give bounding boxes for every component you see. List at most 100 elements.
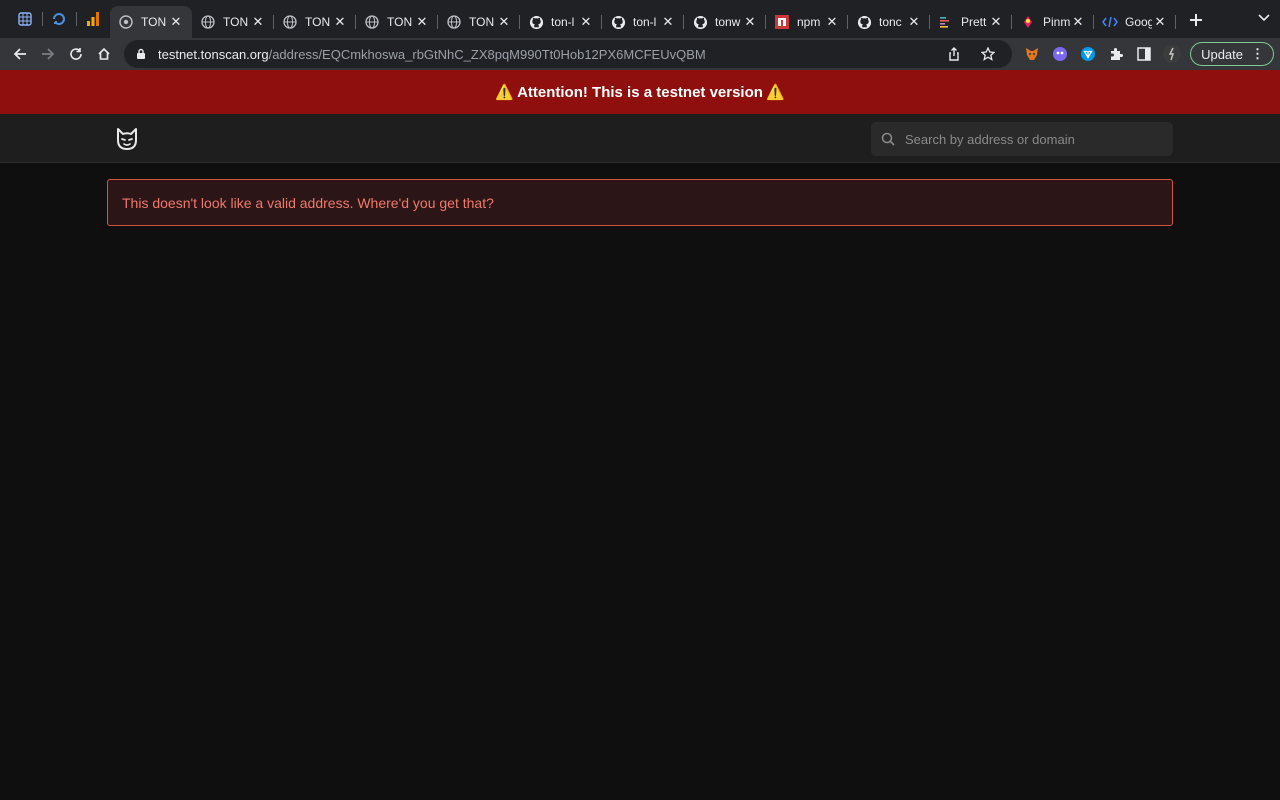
tab-11[interactable]: Pinm ✕	[1012, 7, 1094, 37]
tab-title: Prett	[961, 15, 987, 29]
tab-0[interactable]: TON ✕	[110, 6, 192, 38]
side-panel-icon[interactable]	[1130, 40, 1158, 68]
tab-7[interactable]: tonw ✕	[684, 7, 766, 37]
tab-title: Pinm	[1043, 15, 1070, 29]
warning-icon: ⚠️	[765, 84, 785, 101]
site-header	[0, 114, 1280, 163]
tab-title: Goog	[1125, 15, 1152, 29]
github-icon	[856, 14, 872, 30]
tab-title: TON	[469, 15, 495, 29]
new-tab-button[interactable]	[1182, 6, 1210, 34]
sync-icon	[53, 13, 65, 25]
close-icon[interactable]: ✕	[250, 14, 266, 30]
url-host: testnet.tonscan.org	[158, 46, 269, 62]
tab-title: TON	[305, 15, 331, 29]
close-icon[interactable]: ✕	[742, 14, 758, 30]
tab-2[interactable]: TON ✕	[274, 7, 356, 37]
pinmap-icon	[1020, 14, 1036, 30]
close-icon[interactable]: ✕	[824, 14, 840, 30]
globe-icon	[200, 14, 216, 30]
close-icon[interactable]: ✕	[906, 14, 922, 30]
forward-button[interactable]	[34, 40, 62, 68]
tab-8[interactable]: npm ✕	[766, 7, 848, 37]
banner-text: Attention! This is a testnet version	[517, 83, 763, 101]
tab-1[interactable]: TON ✕	[192, 7, 274, 37]
analytics-icon	[87, 12, 99, 26]
tab-title: TON	[223, 15, 249, 29]
arrow-left-icon	[13, 48, 26, 60]
pinned-tab-sync[interactable]	[42, 4, 77, 34]
github-icon	[528, 14, 544, 30]
profile-avatar-icon[interactable]	[1158, 40, 1186, 68]
tab-strip: TON ✕ TON ✕ TON ✕ TON ✕ TON ✕ ton-l ✕ to…	[0, 0, 1280, 38]
tab-9[interactable]: tonc ✕	[848, 7, 930, 37]
tab-title: TON	[141, 15, 167, 29]
extensions-puzzle-icon[interactable]	[1102, 40, 1130, 68]
tab-title: TON	[387, 15, 413, 29]
tab-4[interactable]: TON ✕	[438, 7, 520, 37]
update-button[interactable]: Update ⋮	[1190, 42, 1274, 66]
code-icon	[1102, 14, 1118, 30]
pinned-tab-apps[interactable]	[8, 4, 43, 34]
search-box[interactable]	[871, 122, 1173, 156]
tab-12[interactable]: Goog ✕	[1094, 7, 1176, 37]
arrow-right-icon	[42, 48, 55, 60]
github-icon	[610, 14, 626, 30]
home-icon	[98, 47, 110, 60]
ghost-extension-icon[interactable]	[1046, 40, 1074, 68]
share-icon[interactable]	[940, 40, 968, 68]
bookmark-star-icon[interactable]	[974, 40, 1002, 68]
close-icon[interactable]: ✕	[660, 14, 676, 30]
tab-title: tonc	[879, 15, 902, 29]
ton-wallet-extension-icon[interactable]	[1074, 40, 1102, 68]
address-bar[interactable]: testnet.tonscan.org/address/EQCmkhoswa_r…	[124, 40, 1013, 68]
close-icon[interactable]: ✕	[332, 14, 348, 30]
tab-3[interactable]: TON ✕	[356, 7, 438, 37]
search-icon	[881, 132, 895, 146]
url-text[interactable]: testnet.tonscan.org/address/EQCmkhoswa_r…	[158, 47, 940, 62]
back-button[interactable]	[6, 40, 34, 68]
github-icon	[692, 14, 708, 30]
browser-chrome: TON ✕ TON ✕ TON ✕ TON ✕ TON ✕ ton-l ✕ to…	[0, 0, 1280, 70]
plus-icon	[1190, 14, 1202, 26]
tab-search-button[interactable]	[1258, 11, 1270, 25]
close-icon[interactable]: ✕	[1152, 14, 1168, 30]
more-vert-icon: ⋮	[1251, 46, 1264, 61]
browser-toolbar: testnet.tonscan.org/address/EQCmkhoswa_r…	[0, 38, 1280, 70]
warning-icon: ⚠️	[495, 84, 515, 101]
omnibox-actions	[940, 40, 1002, 68]
npm-icon	[774, 14, 790, 30]
cat-logo-icon[interactable]	[114, 126, 140, 152]
url-path: /address/EQCmkhoswa_rbGtNhC_ZX8pqM990Tt0…	[268, 46, 706, 62]
tab-10[interactable]: Prett ✕	[930, 7, 1012, 37]
reload-icon	[70, 48, 82, 60]
close-icon[interactable]: ✕	[988, 14, 1004, 30]
close-icon[interactable]: ✕	[414, 14, 430, 30]
tab-title: tonw	[715, 15, 741, 29]
tab-title: ton-l	[551, 15, 575, 29]
pinned-tab-analytics[interactable]	[76, 4, 111, 34]
metamask-extension-icon[interactable]	[1018, 40, 1046, 68]
close-icon[interactable]: ✕	[1070, 14, 1086, 30]
error-message: This doesn't look like a valid address. …	[122, 194, 494, 211]
testnet-banner: ⚠️ Attention! This is a testnet version …	[0, 70, 1280, 114]
close-icon[interactable]: ✕	[496, 14, 512, 30]
chevron-down-icon	[1258, 14, 1270, 22]
globe-icon	[446, 14, 462, 30]
globe-icon	[364, 14, 380, 30]
reload-button[interactable]	[62, 40, 90, 68]
tab-6[interactable]: ton-l ✕	[602, 7, 684, 37]
apps-grid-icon	[18, 12, 32, 26]
error-alert: This doesn't look like a valid address. …	[107, 179, 1173, 226]
ton-icon	[118, 14, 134, 30]
close-icon[interactable]: ✕	[578, 14, 594, 30]
tab-5[interactable]: ton-l ✕	[520, 7, 602, 37]
close-icon[interactable]: ✕	[168, 14, 184, 30]
search-input[interactable]	[905, 131, 1165, 147]
globe-icon	[282, 14, 298, 30]
home-button[interactable]	[90, 40, 118, 68]
prettier-icon	[938, 14, 954, 30]
tab-title: ton-l	[633, 15, 657, 29]
lock-icon[interactable]	[134, 47, 148, 61]
tab-title: npm	[797, 15, 821, 29]
